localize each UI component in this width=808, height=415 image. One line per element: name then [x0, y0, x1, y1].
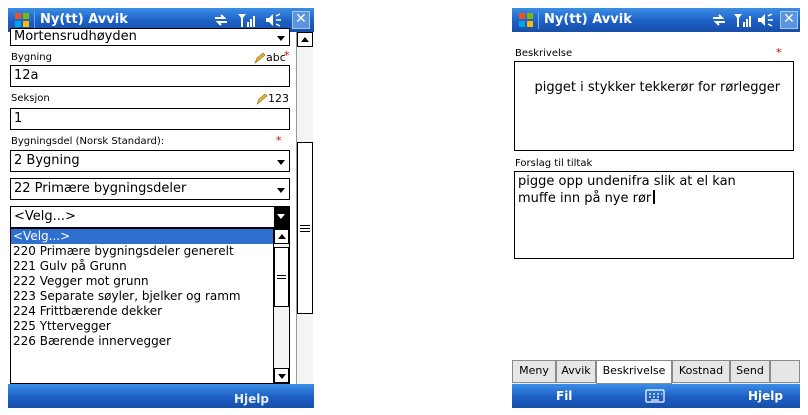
windows-flag-icon[interactable]	[518, 12, 534, 28]
chevron-down-icon[interactable]	[274, 154, 288, 170]
required-marker: *	[276, 134, 282, 147]
tab-meny[interactable]: Meny	[512, 361, 556, 383]
list-item[interactable]: 226 Bærende innervegger	[11, 334, 275, 349]
page-scrollbar[interactable]	[296, 32, 313, 384]
bygningsdel-level1-dropdown[interactable]: 2 Bygning	[10, 150, 290, 172]
tab-overflow[interactable]	[770, 361, 800, 383]
tab-send[interactable]: Send	[730, 361, 770, 383]
beskrivelse-value: pigget i stykker tekkerør for rørlegger	[534, 80, 781, 95]
softkey-fil[interactable]: Fil	[556, 389, 572, 403]
list-item[interactable]: 220 Primære bygningsdeler generelt	[11, 244, 275, 259]
title-bar: Ny(tt) Avvik ✕	[512, 8, 800, 32]
bygningsdel-level3-dropdown[interactable]: <Velg...>	[10, 206, 290, 228]
bygning-label: Bygning	[11, 52, 52, 63]
chevron-down-icon[interactable]	[274, 182, 288, 198]
input-mode-hint: abc	[266, 51, 286, 64]
bygningsdel-level2-dropdown[interactable]: 22 Primære bygningsdeler	[10, 178, 290, 200]
pencil-icon	[254, 52, 266, 64]
sync-arrows-icon[interactable]	[212, 11, 230, 29]
input-mode-hint: 123	[268, 92, 289, 105]
list-item[interactable]: 224 Frittbærende dekker	[11, 304, 275, 319]
title-separator	[34, 11, 35, 29]
tab-beskrivelse[interactable]: Beskrivelse	[596, 361, 672, 384]
beskrivelse-textarea[interactable]: pigget i stykker tekkerør for rørlegger	[514, 61, 794, 151]
chevron-down-icon[interactable]	[274, 207, 289, 227]
list-scroll-up[interactable]	[274, 229, 289, 244]
text-caret	[653, 190, 656, 204]
chevron-down-icon[interactable]	[274, 30, 288, 45]
close-icon[interactable]: ✕	[292, 11, 310, 29]
right-screen: Ny(tt) Avvik ✕ Beskrivelse * pigget i st…	[512, 8, 800, 408]
tab-bar: Meny Avvik Beskrivelse Kostnad Send	[512, 360, 800, 385]
address-dropdown[interactable]: Mortensrudhøyden	[10, 28, 290, 46]
title-separator	[538, 11, 539, 29]
seksjon-label: Seksjon	[11, 93, 50, 104]
level3-value: <Velg...>	[14, 209, 76, 224]
forslag-label: Forslag til tiltak	[515, 158, 593, 169]
list-item[interactable]: <Velg...>	[11, 229, 275, 244]
beskrivelse-label: Beskrivelse	[515, 48, 573, 59]
bygningsdel-label: Bygningsdel (Norsk Standard):	[11, 136, 165, 147]
close-icon[interactable]: ✕	[780, 11, 798, 29]
softkey-hjelp[interactable]: Hjelp	[748, 389, 783, 403]
scroll-thumb[interactable]	[297, 142, 313, 314]
list-scroll-down[interactable]	[274, 368, 289, 383]
speaker-icon[interactable]	[264, 11, 282, 29]
keyboard-icon[interactable]	[645, 389, 665, 403]
required-marker: *	[776, 46, 782, 59]
left-screen: Ny(tt) Avvik ✕ Mortensrudhøyden Bygning …	[8, 8, 314, 408]
scroll-up-button[interactable]	[297, 32, 313, 47]
sync-arrows-icon[interactable]	[710, 11, 728, 29]
window-title: Ny(tt) Avvik	[544, 12, 632, 27]
tab-avvik[interactable]: Avvik	[556, 361, 596, 383]
list-item[interactable]: 223 Separate søyler, bjelker og ramm	[11, 289, 275, 304]
level1-value: 2 Bygning	[14, 153, 80, 168]
level2-value: 22 Primære bygningsdeler	[14, 181, 187, 196]
softkey-right[interactable]: Hjelp	[234, 392, 269, 406]
signal-icon[interactable]	[732, 11, 752, 29]
signal-icon[interactable]	[236, 11, 256, 29]
list-scroll-thumb[interactable]	[274, 247, 289, 307]
list-item[interactable]: 222 Vegger mot grunn	[11, 274, 275, 289]
tab-kostnad[interactable]: Kostnad	[672, 361, 730, 383]
speaker-icon[interactable]	[756, 11, 774, 29]
address-value: Mortensrudhøyden	[14, 29, 137, 44]
forslag-value: pigge opp undenifra slik at el kan muffe…	[518, 174, 736, 206]
window-title: Ny(tt) Avvik	[40, 12, 128, 27]
bygning-value: 12a	[14, 68, 39, 83]
bygning-input[interactable]: 12a	[10, 65, 290, 87]
seksjon-input[interactable]: 1	[10, 108, 290, 130]
pencil-icon	[256, 93, 268, 105]
windows-flag-icon[interactable]	[14, 12, 30, 28]
softkey-bar: Fil Hjelp	[512, 384, 800, 408]
list-item[interactable]: 221 Gulv på Grunn	[11, 259, 275, 274]
bygningsdel-options-list[interactable]: <Velg...> 220 Primære bygningsdeler gener…	[10, 228, 290, 384]
list-scrollbar[interactable]	[273, 229, 289, 383]
seksjon-value: 1	[14, 111, 23, 126]
softkey-bar: Hjelp	[8, 384, 314, 408]
forslag-textarea[interactable]: pigge opp undenifra slik at el kan muffe…	[514, 171, 794, 259]
required-marker: *	[284, 49, 290, 62]
list-item[interactable]: 225 Yttervegger	[11, 319, 275, 334]
